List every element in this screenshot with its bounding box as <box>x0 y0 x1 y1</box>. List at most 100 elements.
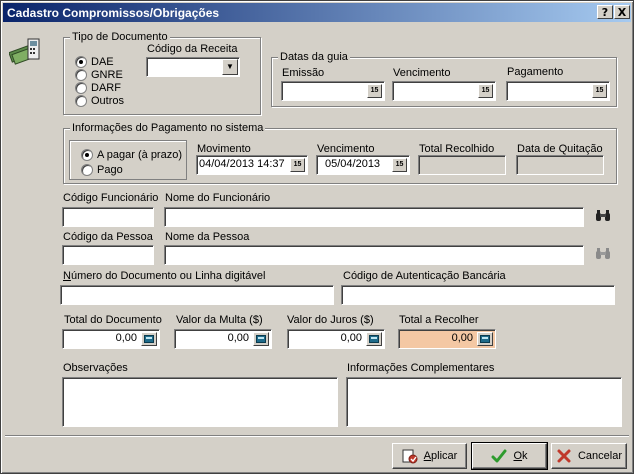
help-button[interactable]: ? <box>597 5 613 19</box>
field-value: 04/04/2013 14:37 <box>199 158 285 170</box>
radio-gnre[interactable]: GNRE <box>75 69 123 81</box>
aplicar-button[interactable]: Aplicar <box>392 443 467 469</box>
codigo-receita-combo[interactable]: ▼ <box>146 57 240 77</box>
accelerator-letter: A <box>423 450 432 462</box>
total-recolhido-label: Total Recolhido <box>419 143 495 155</box>
radio-label: GNRE <box>91 69 123 81</box>
field-value: 0,00 <box>340 332 362 344</box>
radio-label: Outros <box>91 95 125 107</box>
aplicar-label: Aplicar <box>424 450 458 462</box>
total-recolher-field: 0,00 <box>398 329 496 349</box>
datas-guia-title: Datas da guia <box>278 51 350 63</box>
apply-icon <box>402 449 418 464</box>
calculator-icon[interactable] <box>141 332 157 346</box>
autenticacao-label: Código de Autenticação Bancária <box>343 270 506 282</box>
juros-label: Valor do Juros ($) <box>287 314 374 326</box>
emissao-field[interactable]: 15 <box>281 81 385 101</box>
codigo-pessoa-field[interactable] <box>62 245 154 265</box>
emissao-label: Emissão <box>282 67 325 79</box>
total-documento-label: Total do Documento <box>64 314 162 326</box>
ok-label: Ok <box>513 450 527 462</box>
codigo-receita-label: Código da Receita <box>147 43 238 55</box>
radio-darf[interactable]: DARF <box>75 82 121 94</box>
numero-documento-field[interactable] <box>60 285 334 305</box>
close-icon <box>557 449 571 463</box>
radio-dot <box>75 56 87 68</box>
window-title: Cadastro Compromissos/Obrigações <box>7 6 220 20</box>
radio-outros[interactable]: Outros <box>75 95 124 107</box>
radio-dot <box>81 149 93 161</box>
vencimento-sistema-field[interactable]: 05/04/2013 15 <box>316 155 410 175</box>
field-value: 0,00 <box>227 332 249 344</box>
autenticacao-field[interactable] <box>341 285 615 305</box>
label-rest: úmero do Documento ou Linha digitável <box>70 270 266 282</box>
nome-funcionario-field[interactable] <box>164 207 584 227</box>
nome-pessoa-field[interactable] <box>164 245 584 265</box>
label-rest: k <box>522 450 528 462</box>
total-recolhido-field <box>418 155 506 175</box>
field-value: 05/04/2013 <box>325 158 381 170</box>
observacoes-textarea[interactable] <box>62 377 338 427</box>
movimento-field[interactable]: 04/04/2013 14:37 15 <box>196 155 308 175</box>
nome-pessoa-label: Nome da Pessoa <box>165 231 250 243</box>
nome-funcionario-label: Nome do Funcionário <box>165 192 271 204</box>
tipo-documento-title: Tipo de Documento <box>70 31 170 43</box>
radio-dot <box>81 164 93 176</box>
calendar-icon[interactable]: 15 <box>290 158 305 172</box>
pagamento-field[interactable]: 15 <box>506 81 610 101</box>
dialog-window: Cadastro Compromissos/Obrigações ? X Tip… <box>0 0 634 474</box>
pagamento-sistema-title: Informações do Pagamento no sistema <box>70 122 266 134</box>
calendar-icon[interactable]: 15 <box>367 84 382 98</box>
title-bar: Cadastro Compromissos/Obrigações ? X <box>3 3 631 22</box>
radio-label: A pagar (à prazo) <box>97 149 182 161</box>
binoculars-search-icon[interactable] <box>595 247 611 261</box>
calculator-icon[interactable] <box>477 332 493 346</box>
radio-dae[interactable]: DAE <box>75 56 114 68</box>
vencimento-sistema-label: Vencimento <box>317 143 375 155</box>
observacoes-label: Observações <box>63 362 128 374</box>
radio-dot <box>75 82 87 94</box>
info-complementares-label: Informações Complementares <box>347 362 495 374</box>
vencimento-guia-label: Vencimento <box>393 67 451 79</box>
radio-label: Pago <box>97 164 123 176</box>
juros-field[interactable]: 0,00 <box>287 329 385 349</box>
radio-dot <box>75 95 87 107</box>
field-value: 0,00 <box>115 332 137 344</box>
codigo-pessoa-label: Código da Pessoa <box>63 231 153 243</box>
calendar-icon[interactable]: 15 <box>592 84 607 98</box>
radio-pago[interactable]: Pago <box>81 164 123 176</box>
info-complementares-textarea[interactable] <box>346 377 622 427</box>
chevron-down-icon[interactable]: ▼ <box>222 59 238 75</box>
radio-a-pagar[interactable]: A pagar (à prazo) <box>81 149 182 161</box>
radio-label: DAE <box>91 56 114 68</box>
accelerator-letter: N <box>63 270 71 282</box>
multa-field[interactable]: 0,00 <box>174 329 272 349</box>
data-quitacao-label: Data de Quitação <box>517 143 603 155</box>
footer-divider <box>5 435 629 437</box>
binoculars-search-icon[interactable] <box>595 209 611 223</box>
numero-documento-label: Número do Documento ou Linha digitável <box>63 270 265 282</box>
movimento-label: Movimento <box>197 143 251 155</box>
calculator-icon[interactable] <box>366 332 382 346</box>
codigo-funcionario-field[interactable] <box>62 207 154 227</box>
cancelar-label: Cancelar <box>577 450 623 462</box>
radio-dot <box>75 69 87 81</box>
pagamento-label: Pagamento <box>507 66 564 78</box>
check-icon <box>491 449 507 463</box>
data-quitacao-field <box>516 155 604 175</box>
total-recolher-label: Total a Recolher <box>399 314 479 326</box>
calendar-icon[interactable]: 15 <box>392 158 407 172</box>
accelerator-letter: O <box>513 450 523 462</box>
calculator-icon[interactable] <box>253 332 269 346</box>
calendar-icon[interactable]: 15 <box>478 84 493 98</box>
field-value: 0,00 <box>451 332 473 344</box>
radio-label: DARF <box>91 82 121 94</box>
close-button[interactable]: X <box>614 5 630 19</box>
cancelar-button[interactable]: Cancelar <box>551 443 627 469</box>
ok-button[interactable]: Ok <box>471 442 548 470</box>
multa-label: Valor da Multa ($) <box>176 314 263 326</box>
money-icon <box>9 38 40 65</box>
label-rest: plicar <box>431 450 458 462</box>
total-documento-field[interactable]: 0,00 <box>62 329 160 349</box>
vencimento-guia-field[interactable]: 15 <box>392 81 496 101</box>
